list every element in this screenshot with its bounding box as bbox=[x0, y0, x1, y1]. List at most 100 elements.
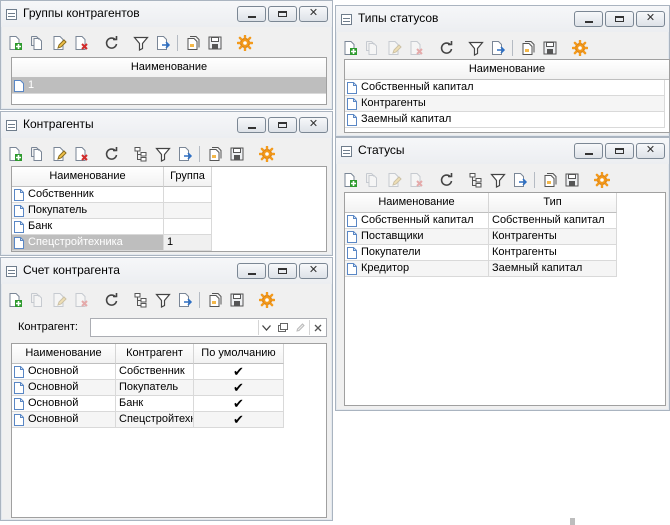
table-cell[interactable]: ✔ bbox=[194, 380, 284, 396]
column-header-default[interactable]: По умолчанию bbox=[194, 344, 284, 364]
table-cell[interactable]: Спецстройтехника bbox=[12, 235, 164, 251]
delete-button[interactable] bbox=[405, 169, 427, 191]
edit-button[interactable] bbox=[48, 289, 70, 311]
minimize-button[interactable] bbox=[237, 117, 266, 133]
table-cell[interactable]: 1 bbox=[164, 235, 212, 251]
table-cell[interactable]: Основной bbox=[12, 380, 116, 396]
table-cell[interactable]: Заемный капитал bbox=[345, 112, 665, 128]
table-row[interactable]: 1 bbox=[12, 78, 326, 94]
minimize-button[interactable] bbox=[574, 143, 603, 159]
table-row[interactable]: Собственный капитал bbox=[345, 80, 669, 96]
table-cell[interactable] bbox=[164, 203, 212, 219]
delete-button[interactable] bbox=[405, 37, 427, 59]
table-cell[interactable]: Собственный капитал bbox=[345, 213, 489, 229]
add-button[interactable] bbox=[339, 169, 361, 191]
edit-button[interactable] bbox=[383, 169, 405, 191]
add-button[interactable] bbox=[4, 32, 26, 54]
contractor-filter-combo[interactable] bbox=[90, 318, 327, 337]
table-cell[interactable]: 1 bbox=[12, 78, 326, 94]
save-button[interactable] bbox=[539, 37, 561, 59]
save-button[interactable] bbox=[561, 169, 583, 191]
add-button[interactable] bbox=[339, 37, 361, 59]
titlebar[interactable]: Группы контрагентов ✕ bbox=[1, 1, 332, 27]
statuses-grid[interactable]: Наименование Тип Собственный капитал Собс… bbox=[344, 192, 666, 406]
column-header-name[interactable]: Наименование bbox=[345, 193, 489, 213]
page-button[interactable] bbox=[182, 32, 204, 54]
column-header-contractor[interactable]: Контрагент bbox=[116, 344, 194, 364]
maximize-button[interactable] bbox=[268, 6, 297, 22]
copy-button[interactable] bbox=[361, 37, 383, 59]
filter-button[interactable] bbox=[152, 289, 174, 311]
table-cell[interactable]: Покупатели bbox=[345, 245, 489, 261]
column-header-name[interactable]: Наименование bbox=[345, 60, 669, 80]
page-button[interactable] bbox=[517, 37, 539, 59]
copy-button[interactable] bbox=[26, 32, 48, 54]
tree-button[interactable] bbox=[130, 289, 152, 311]
table-cell[interactable] bbox=[164, 219, 212, 235]
titlebar[interactable]: Контрагенты ✕ bbox=[1, 112, 332, 138]
column-header-group[interactable]: Группа bbox=[164, 167, 212, 187]
table-cell[interactable]: Основной bbox=[12, 364, 116, 380]
table-cell[interactable]: Поставщики bbox=[345, 229, 489, 245]
delete-button[interactable] bbox=[70, 32, 92, 54]
table-row[interactable]: Основной Собственник ✔ bbox=[12, 364, 326, 380]
pencil-icon[interactable] bbox=[292, 320, 308, 335]
table-row[interactable]: Основной Покупатель ✔ bbox=[12, 380, 326, 396]
close-button[interactable]: ✕ bbox=[299, 6, 328, 22]
save-button[interactable] bbox=[226, 143, 248, 165]
delete-button[interactable] bbox=[70, 289, 92, 311]
open-list-icon[interactable] bbox=[275, 320, 291, 335]
export-button[interactable] bbox=[174, 289, 196, 311]
column-header-name[interactable]: Наименование bbox=[12, 344, 116, 364]
page-button[interactable] bbox=[204, 143, 226, 165]
table-cell[interactable]: Контрагенты bbox=[345, 96, 665, 112]
table-cell[interactable]: Спецстройтехн bbox=[116, 412, 194, 428]
edit-button[interactable] bbox=[48, 143, 70, 165]
column-header-name[interactable]: Наименование bbox=[12, 58, 326, 78]
table-cell[interactable]: Покупатель bbox=[12, 203, 164, 219]
table-row[interactable]: Собственный капитал Собственный капитал bbox=[345, 213, 665, 229]
table-cell[interactable] bbox=[164, 187, 212, 203]
table-cell[interactable]: Основной bbox=[12, 412, 116, 428]
table-cell[interactable]: Собственный капитал bbox=[345, 80, 665, 96]
table-cell[interactable]: Собственник bbox=[116, 364, 194, 380]
table-cell[interactable]: ✔ bbox=[194, 412, 284, 428]
filter-button[interactable] bbox=[465, 37, 487, 59]
filter-button[interactable] bbox=[152, 143, 174, 165]
add-button[interactable] bbox=[4, 143, 26, 165]
tree-button[interactable] bbox=[465, 169, 487, 191]
export-button[interactable] bbox=[509, 169, 531, 191]
close-button[interactable]: ✕ bbox=[299, 117, 328, 133]
refresh-button[interactable] bbox=[100, 289, 122, 311]
delete-button[interactable] bbox=[70, 143, 92, 165]
table-row[interactable]: Покупатели Контрагенты bbox=[345, 245, 665, 261]
table-cell[interactable]: Собственный капитал bbox=[489, 213, 617, 229]
groups-grid[interactable]: Наименование 1 bbox=[11, 57, 327, 105]
table-row[interactable]: Основной Спецстройтехн ✔ bbox=[12, 412, 326, 428]
table-cell[interactable]: Контрагенты bbox=[489, 229, 617, 245]
refresh-button[interactable] bbox=[100, 143, 122, 165]
table-cell[interactable]: Банк bbox=[116, 396, 194, 412]
edit-button[interactable] bbox=[383, 37, 405, 59]
settings-button[interactable] bbox=[256, 289, 278, 311]
table-row[interactable]: Контрагенты bbox=[345, 96, 669, 112]
tree-button[interactable] bbox=[130, 143, 152, 165]
page-button[interactable] bbox=[539, 169, 561, 191]
maximize-button[interactable] bbox=[268, 117, 297, 133]
table-cell[interactable]: Банк bbox=[12, 219, 164, 235]
close-button[interactable]: ✕ bbox=[636, 11, 665, 27]
close-button[interactable]: ✕ bbox=[636, 143, 665, 159]
page-button[interactable] bbox=[204, 289, 226, 311]
copy-button[interactable] bbox=[361, 169, 383, 191]
chevron-down-icon[interactable] bbox=[258, 320, 274, 335]
add-button[interactable] bbox=[4, 289, 26, 311]
table-row[interactable]: Собственник bbox=[12, 187, 326, 203]
table-cell[interactable]: Основной bbox=[12, 396, 116, 412]
maximize-button[interactable] bbox=[605, 11, 634, 27]
column-header-type[interactable]: Тип bbox=[489, 193, 617, 213]
accounts-grid[interactable]: Наименование Контрагент По умолчанию Осн… bbox=[11, 343, 327, 518]
filter-button[interactable] bbox=[487, 169, 509, 191]
export-button[interactable] bbox=[487, 37, 509, 59]
maximize-button[interactable] bbox=[605, 143, 634, 159]
table-row[interactable]: Банк bbox=[12, 219, 326, 235]
